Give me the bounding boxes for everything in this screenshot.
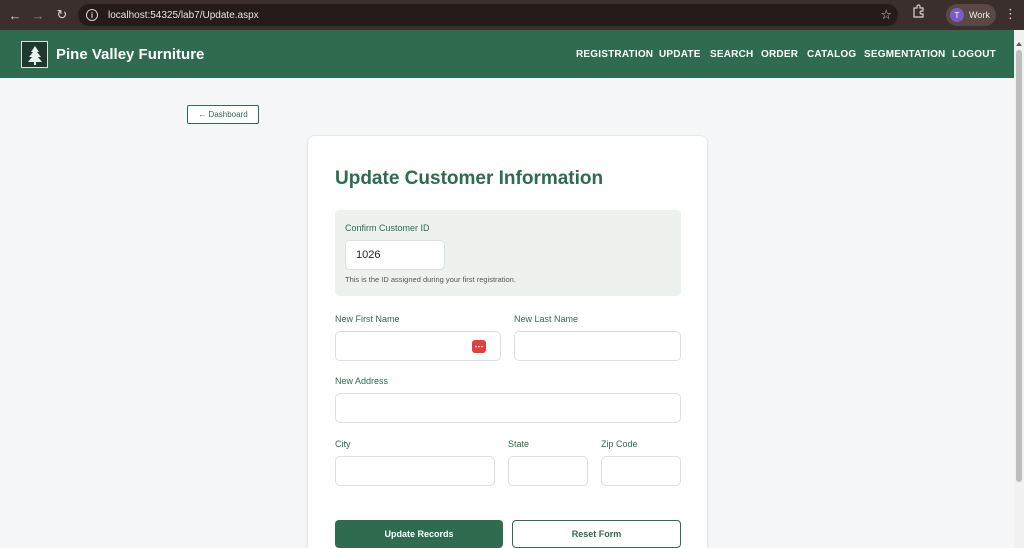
scroll-up-icon[interactable] [1016, 42, 1022, 46]
scrollbar[interactable] [1014, 30, 1024, 548]
avatar: T [950, 8, 964, 22]
nav-search[interactable]: SEARCH [710, 49, 753, 60]
nav-registration[interactable]: REGISTRATION [576, 49, 653, 60]
zip-input[interactable] [601, 456, 681, 486]
update-form-card: Update Customer Information Confirm Cust… [307, 135, 708, 548]
nav-order[interactable]: ORDER [761, 49, 798, 60]
site-header: Pine Valley Furniture REGISTRATION UPDAT… [0, 30, 1014, 78]
update-records-button[interactable]: Update Records [335, 520, 503, 548]
nav-segmentation[interactable]: SEGMENTATION [864, 49, 945, 60]
customer-id-input[interactable]: 1026 [345, 240, 445, 270]
nav-logout[interactable]: LOGOUT [952, 49, 996, 60]
pine-tree-icon [21, 41, 48, 68]
page-title: Update Customer Information [335, 168, 604, 189]
info-icon[interactable]: i [86, 9, 98, 21]
first-name-input[interactable]: ⋯ [335, 331, 501, 361]
address-bar[interactable]: i localhost:54325/lab7/Update.aspx ☆ [78, 4, 898, 26]
address-label: New Address [335, 376, 389, 386]
confirm-id-panel: Confirm Customer ID 1026 This is the ID … [335, 210, 681, 296]
confirm-id-label: Confirm Customer ID [345, 223, 430, 233]
browser-toolbar: ← → ↻ i localhost:54325/lab7/Update.aspx… [0, 0, 1024, 30]
reset-form-button[interactable]: Reset Form [512, 520, 681, 548]
profile-name: Work [969, 10, 990, 20]
last-name-label: New Last Name [514, 314, 579, 324]
nav-update[interactable]: UPDATE [659, 49, 701, 60]
zip-label: Zip Code [601, 439, 638, 449]
puzzle-icon[interactable] [912, 4, 926, 21]
reload-icon[interactable]: ↻ [51, 4, 73, 26]
dashboard-button[interactable]: ← Dashboard [187, 105, 259, 124]
address-input[interactable] [335, 393, 681, 423]
city-input[interactable] [335, 456, 495, 486]
city-label: City [335, 439, 351, 449]
first-name-label: New First Name [335, 314, 400, 324]
forward-arrow-icon[interactable]: → [27, 4, 49, 26]
back-arrow-icon[interactable]: ← [4, 4, 26, 26]
confirm-id-hint: This is the ID assigned during your firs… [345, 275, 516, 284]
star-icon[interactable]: ☆ [880, 7, 892, 23]
state-input[interactable] [508, 456, 588, 486]
brand-title[interactable]: Pine Valley Furniture [56, 46, 204, 63]
nav-catalog[interactable]: CATALOG [807, 49, 856, 60]
scrollbar-thumb[interactable] [1016, 50, 1022, 482]
last-name-input[interactable] [514, 331, 681, 361]
profile-chip[interactable]: T Work [946, 4, 996, 26]
state-label: State [508, 439, 530, 449]
password-dots-icon[interactable]: ⋯ [472, 340, 486, 353]
url-text[interactable]: localhost:54325/lab7/Update.aspx [108, 10, 259, 21]
kebab-icon[interactable]: ⋮ [1004, 6, 1017, 22]
